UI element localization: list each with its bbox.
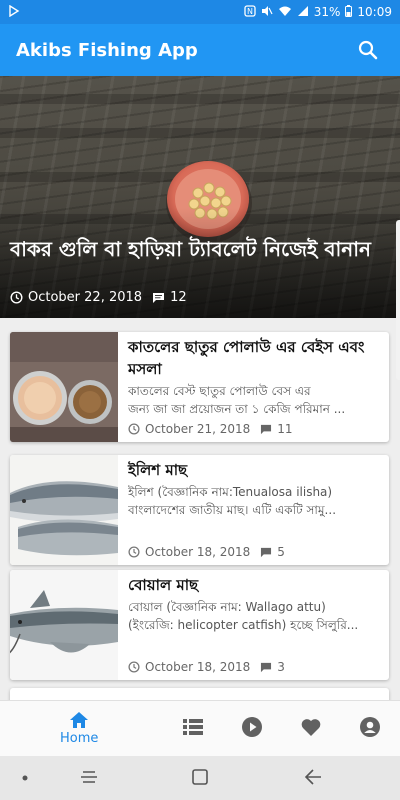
home-square-icon[interactable] (192, 769, 208, 785)
bottom-navigation: Home (0, 700, 400, 756)
post-title: কাতলের ছাতুর পোলাউ এর বেইস এবং মসলা (128, 338, 365, 378)
post-comments: 3 (277, 660, 285, 674)
clock-icon (128, 546, 140, 558)
post-date: October 21, 2018 (145, 422, 251, 436)
battery-icon (345, 5, 353, 19)
nav-favorites[interactable] (301, 718, 321, 736)
clock-icon (128, 661, 140, 673)
nfc-icon: N (244, 5, 256, 19)
post-comments: 5 (277, 545, 285, 559)
post-date: October 18, 2018 (145, 660, 251, 674)
featured-comments: 12 (170, 290, 187, 305)
post-title: ইলিশ মাছ (128, 461, 188, 479)
nav-home[interactable]: Home (60, 711, 98, 746)
svg-text:N: N (247, 7, 253, 16)
post-excerpt-line: জন্য জা জা প্রয়োজন তা ১ কেজি পরিমান ... (128, 402, 346, 416)
system-navigation-bar (0, 756, 400, 800)
nav-home-label: Home (60, 731, 99, 746)
post-card[interactable]: বোয়াল মাছ বোয়াল (বৈজ্ঞানিক নাম: Wallag… (10, 570, 389, 680)
clock-icon (10, 291, 23, 304)
post-thumbnail (10, 455, 118, 565)
list-icon (183, 719, 203, 735)
app-title: Akibs Fishing App (16, 39, 198, 61)
heart-icon (301, 719, 321, 736)
post-excerpt-line: কাতলের বেস্ট ছাতুর পোলাউ বেস এর (128, 384, 311, 398)
clock-icon (128, 423, 140, 435)
play-store-icon (8, 4, 20, 20)
featured-meta: October 22, 2018 12 (10, 290, 187, 305)
nav-account[interactable] (360, 717, 380, 737)
post-meta: October 18, 2018 5 (128, 545, 285, 559)
back-arrow-icon[interactable] (304, 769, 322, 785)
post-thumbnail (10, 332, 118, 442)
comment-icon (260, 547, 272, 558)
featured-title: বাকর গুলি বা হাড়িয়া ট্যাবলেট নিজেই বান… (10, 237, 371, 261)
search-button[interactable] (352, 34, 384, 66)
post-meta: October 21, 2018 11 (128, 422, 293, 436)
post-meta: October 18, 2018 3 (128, 660, 285, 674)
search-icon (358, 40, 378, 60)
play-icon (242, 717, 262, 737)
comment-icon (260, 424, 272, 435)
recent-apps-icon[interactable] (80, 769, 98, 785)
clock-time: 10:09 (357, 5, 392, 19)
signal-icon (297, 5, 309, 19)
post-comments: 11 (277, 422, 293, 436)
nav-videos[interactable] (242, 717, 262, 737)
comment-icon (152, 292, 165, 304)
battery-percent: 31% (313, 5, 341, 19)
status-bar: N 31% 10:09 (0, 0, 400, 24)
post-card[interactable]: কাতলের ছাতুর পোলাউ এর বেইস এবং মসলা কাতল… (10, 332, 389, 442)
post-date: October 18, 2018 (145, 545, 251, 559)
mute-icon (261, 5, 273, 19)
post-excerpt-line: (ইংরেজি: helicopter catfish) হচ্ছে সিলুর… (128, 618, 359, 632)
comment-icon (260, 662, 272, 673)
featured-date: October 22, 2018 (28, 290, 143, 305)
edge-panel-handle[interactable] (396, 220, 400, 380)
app-bar: Akibs Fishing App (0, 24, 400, 76)
post-excerpt-line: বাংলাদেশের জাতীয় মাছ। এটি একটি সামু... (128, 503, 337, 517)
post-excerpt-line: ইলিশ (বৈজ্ঞানিক নাম:Tenualosa ilisha) (128, 485, 333, 499)
wifi-icon (278, 5, 292, 19)
post-excerpt-line: বোয়াল (বৈজ্ঞানিক নাম: Wallago attu) (128, 600, 326, 614)
home-icon (70, 712, 89, 728)
post-card[interactable]: ইলিশ মাছ ইলিশ (বৈজ্ঞানিক নাম:Tenualosa i… (10, 455, 389, 565)
dot-icon (22, 775, 28, 781)
post-title: বোয়াল মাছ (128, 576, 199, 594)
nav-list[interactable] (183, 719, 203, 735)
post-thumbnail (10, 570, 118, 680)
featured-post[interactable]: বাকর গুলি বা হাড়িয়া ট্যাবলেট নিজেই বান… (0, 76, 400, 318)
account-icon (360, 717, 380, 737)
